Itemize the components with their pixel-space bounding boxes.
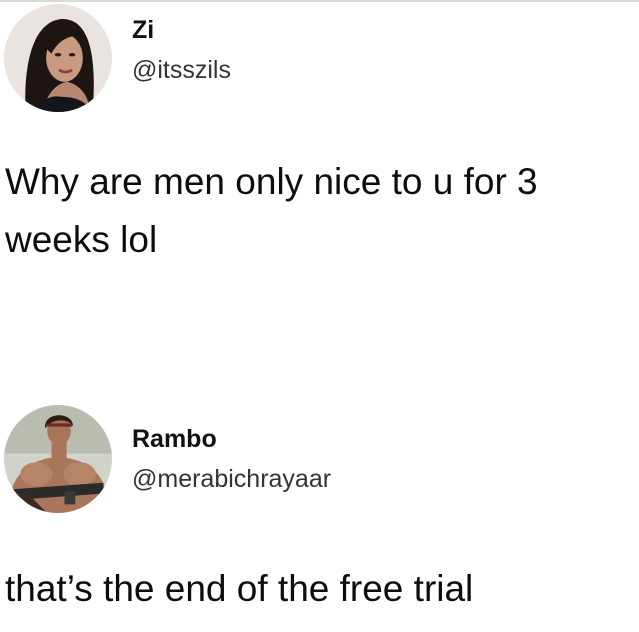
avatar[interactable] xyxy=(4,405,112,513)
tweet-reply: Rambo @merabichrayaar that’s the end of … xyxy=(0,395,639,632)
tweet-text: that’s the end of the free trial xyxy=(5,568,474,609)
user-handle[interactable]: @merabichrayaar xyxy=(132,465,331,494)
tweet-text: Why are men only nice to u for 3 weeks l… xyxy=(5,161,538,260)
tweet-original: Zi @itsszils Why are men only nice to u … xyxy=(0,0,639,300)
display-name[interactable]: Rambo xyxy=(132,425,217,454)
avatar-portrait-muscular-man-icon xyxy=(4,405,112,513)
display-name[interactable]: Zi xyxy=(132,16,154,45)
avatar-portrait-woman-icon xyxy=(4,4,112,112)
user-handle[interactable]: @itsszils xyxy=(132,56,231,85)
avatar[interactable] xyxy=(4,4,112,112)
